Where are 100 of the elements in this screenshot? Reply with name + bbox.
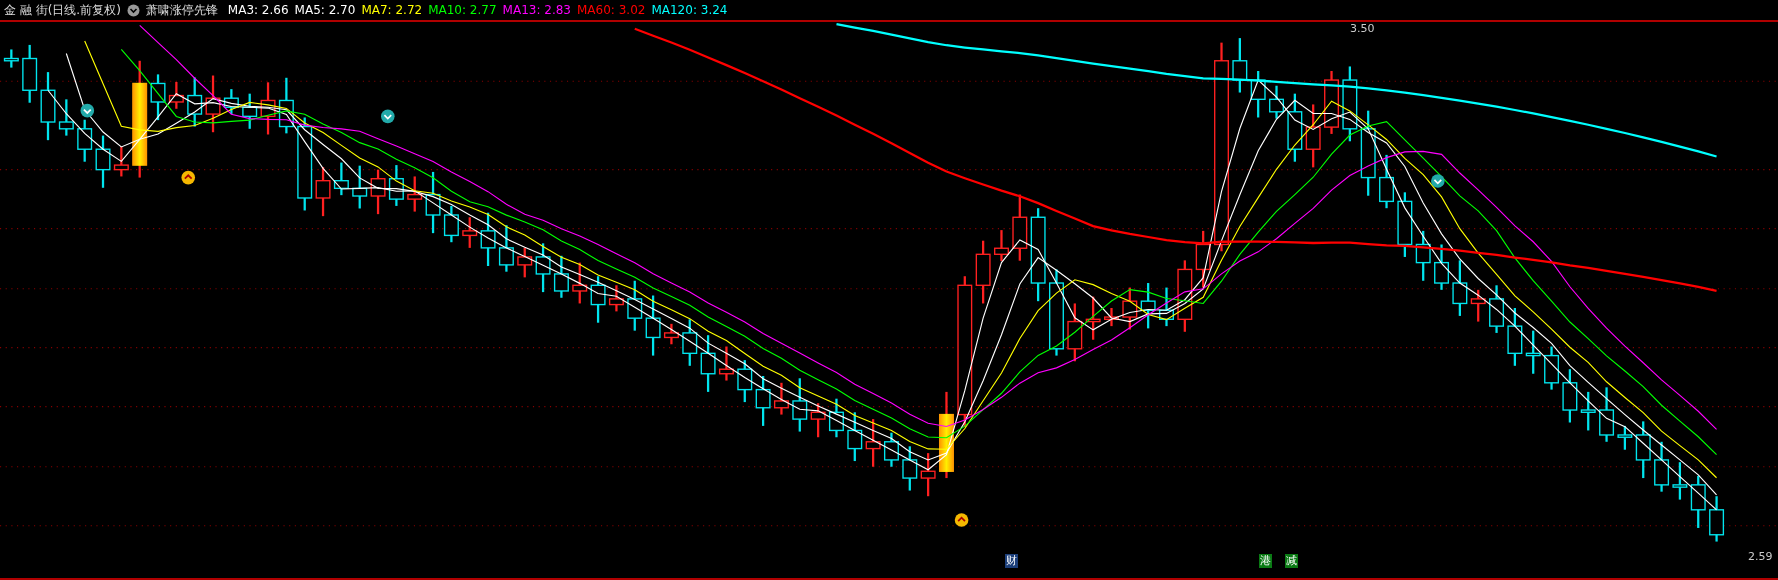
candlestick <box>1580 391 1596 431</box>
candlestick <box>572 262 588 304</box>
candlestick <box>1067 303 1083 362</box>
candlestick <box>315 167 331 217</box>
candlestick <box>865 419 881 467</box>
candlestick <box>1452 260 1468 316</box>
candlestick <box>1507 308 1523 366</box>
candlestick <box>1397 192 1413 257</box>
candlestick <box>792 378 808 432</box>
candlestick <box>187 77 203 127</box>
candlestick <box>443 205 459 243</box>
candlestick <box>1159 287 1174 327</box>
event-marker[interactable]: 减 <box>1284 554 1298 568</box>
candlestick <box>1122 287 1138 330</box>
candlestick <box>700 335 716 392</box>
candlestick <box>1269 85 1284 119</box>
candlestick <box>810 403 826 438</box>
candlestick <box>1305 104 1321 168</box>
candlestick <box>1250 71 1266 118</box>
candlestick <box>1489 285 1505 333</box>
candlestick <box>1617 425 1633 450</box>
candlestick <box>498 225 514 272</box>
candlestick <box>1140 283 1156 329</box>
candlestick <box>480 212 496 266</box>
sell-signal-icon <box>80 103 95 118</box>
candlestick <box>1599 387 1615 442</box>
candlestick <box>535 243 551 293</box>
candlestick <box>920 453 936 497</box>
candlestick <box>718 346 734 381</box>
candlestick <box>95 135 111 188</box>
candlestick <box>1690 475 1706 528</box>
candlestick <box>22 44 38 103</box>
moving-average-value: MA10: 2.77 <box>428 3 497 17</box>
stock-title: 金 融 街(日线.前复权) <box>4 1 121 19</box>
candlestick <box>1562 369 1578 423</box>
candlestick <box>884 432 899 467</box>
sell-signal-icon <box>381 109 395 124</box>
moving-average-value: MA3: 2.66 <box>227 3 289 17</box>
candlestick <box>58 99 74 136</box>
candlestick <box>1012 194 1028 261</box>
candlestick <box>3 49 19 68</box>
candlestick <box>1470 289 1486 322</box>
candlestick <box>1195 230 1211 288</box>
candlestick <box>1232 38 1248 93</box>
candlestick <box>645 295 661 356</box>
candlestick <box>682 319 698 366</box>
candlestick <box>352 165 368 209</box>
moving-average-value: MA13: 2.83 <box>502 3 571 17</box>
dropdown-icon[interactable] <box>126 3 140 17</box>
candlestick <box>737 360 753 403</box>
candlestick <box>1415 230 1431 281</box>
moving-average-value: MA60: 3.02 <box>577 3 646 17</box>
candlestick <box>1525 330 1541 374</box>
candlestick <box>608 285 624 312</box>
candlestick <box>590 276 606 323</box>
candlestick <box>902 446 918 491</box>
candlestick <box>1177 260 1193 332</box>
candlestick <box>1654 441 1670 492</box>
indicator-name: 萧啸涨停先锋 <box>145 1 218 19</box>
candlestick <box>425 171 441 234</box>
candlestick <box>168 81 184 109</box>
candlestick <box>773 382 789 415</box>
moving-average-value: MA7: 2.72 <box>361 3 423 17</box>
event-marker[interactable]: 港 <box>1258 554 1272 568</box>
candlestick <box>205 75 221 133</box>
candlestick <box>1434 244 1449 290</box>
buy-signal-icon <box>954 513 969 527</box>
high-price-label: 3.50 <box>1350 22 1375 35</box>
candlestick <box>1544 346 1560 390</box>
candlestick <box>975 240 991 304</box>
candlestick <box>388 165 404 206</box>
candlestick <box>242 93 258 129</box>
candlestick <box>1709 496 1725 542</box>
candlestick <box>223 89 239 115</box>
candlestick <box>1104 308 1119 327</box>
candlestick <box>113 146 129 177</box>
candlestick <box>333 162 349 196</box>
sell-signal-icon <box>1431 174 1445 188</box>
candlestick <box>847 412 863 462</box>
candlestick <box>994 230 1009 262</box>
candlestick <box>1672 462 1688 500</box>
buy-signal-icon <box>181 170 196 185</box>
candlestick <box>370 169 386 215</box>
candlestick <box>278 77 294 134</box>
low-price-label: 2.59 <box>1748 550 1773 563</box>
candlestick <box>407 176 423 212</box>
moving-average-value: MA5: 2.70 <box>294 3 356 17</box>
candlestick <box>1635 421 1651 479</box>
candlestick <box>755 376 771 426</box>
candlestick <box>462 217 478 248</box>
candlestick <box>553 255 569 298</box>
event-marker[interactable]: 财 <box>1004 554 1018 568</box>
candlestick <box>40 72 56 141</box>
candlestick <box>1287 93 1303 162</box>
candlestick <box>663 323 679 345</box>
candlestick <box>1379 154 1394 209</box>
moving-average-value: MA120: 3.24 <box>651 3 728 17</box>
candlestick <box>1085 296 1101 340</box>
candlestick <box>517 247 533 278</box>
candlestick <box>150 74 166 121</box>
